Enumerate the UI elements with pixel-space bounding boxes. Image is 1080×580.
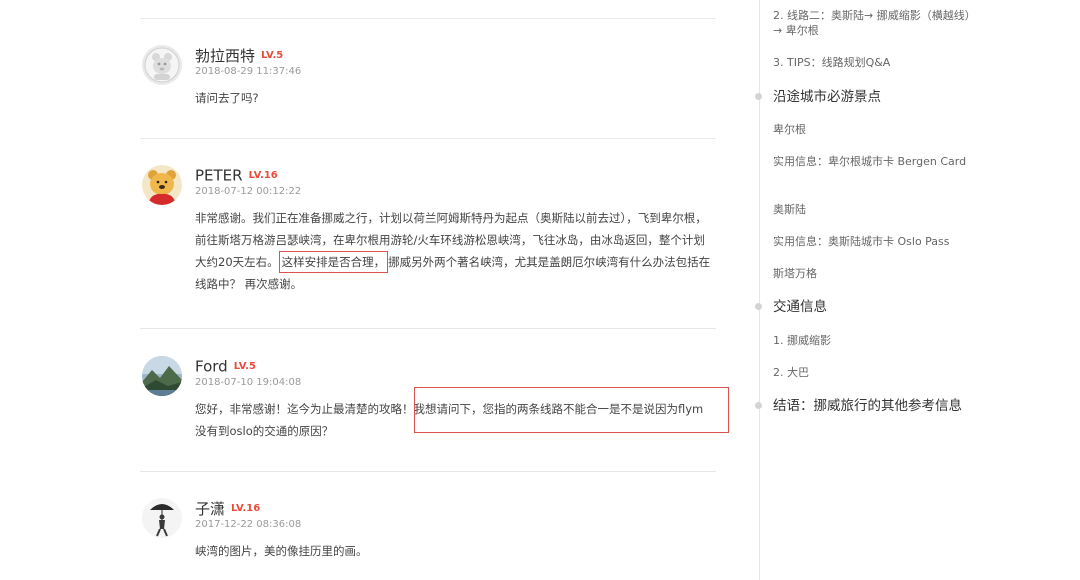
comment-divider bbox=[140, 18, 716, 19]
comment-author[interactable]: 勃拉西特 bbox=[195, 47, 255, 65]
comment-date: 2018-07-12 00:12:22 bbox=[195, 186, 302, 197]
toc-dot-icon bbox=[755, 402, 762, 409]
comment-content: 请问去了吗? bbox=[195, 91, 259, 105]
toc-section[interactable]: 交通信息 bbox=[773, 298, 973, 316]
comment-author[interactable]: 子潇 bbox=[195, 500, 225, 518]
avatar-pooh-icon bbox=[142, 165, 182, 205]
toc-section[interactable]: 结语：挪威旅行的其他参考信息 bbox=[773, 397, 973, 415]
comment-item: 勃拉西特 LV.5 2018-08-29 11:37:46 请问去了吗? bbox=[140, 45, 716, 115]
comment-date: 2018-08-29 11:37:46 bbox=[195, 66, 302, 77]
level-badge: LV.16 bbox=[231, 503, 261, 514]
avatar[interactable] bbox=[142, 165, 182, 205]
toc-item[interactable]: 奥斯陆 bbox=[773, 202, 973, 217]
avatar[interactable] bbox=[142, 45, 182, 85]
comment-item: 子潇 LV.16 2017-12-22 08:36:08 峡湾的图片，美的像挂历里… bbox=[140, 498, 716, 578]
avatar[interactable] bbox=[142, 498, 182, 538]
toc-dot-icon bbox=[755, 303, 762, 310]
toc-item[interactable]: 实用信息：奥斯陆城市卡 Oslo Pass bbox=[773, 234, 973, 249]
toc-dot-icon bbox=[755, 93, 762, 100]
avatar-landscape-icon bbox=[142, 356, 182, 396]
comment-date: 2018-07-10 19:04:08 bbox=[195, 377, 302, 388]
toc-item[interactable]: 1. 挪威缩影 bbox=[773, 333, 973, 348]
level-badge: LV.16 bbox=[248, 170, 278, 181]
comment-item: PETER LV.16 2018-07-12 00:12:22 非常感谢。我们正在… bbox=[140, 165, 716, 315]
comment-content: 非常感谢。我们正在准备挪威之行，计划以荷兰阿姆斯特丹为起点（奥斯陆以前去过），飞… bbox=[195, 207, 713, 295]
comment-date: 2017-12-22 08:36:08 bbox=[195, 519, 302, 530]
toc-item[interactable]: 斯塔万格 bbox=[773, 266, 973, 281]
level-badge: LV.5 bbox=[261, 50, 284, 61]
avatar-umbrella-icon bbox=[142, 498, 182, 538]
avatar-default-icon bbox=[142, 45, 182, 85]
toc-item[interactable]: 2. 大巴 bbox=[773, 365, 973, 380]
comment-item: Ford LV.5 2018-07-10 19:04:08 您好，非常感谢！迄今为… bbox=[140, 356, 729, 456]
comment-author[interactable]: Ford bbox=[195, 358, 228, 376]
highlight-box: 这样安排是否合理， bbox=[278, 251, 389, 273]
comment-content: 峡湾的图片，美的像挂历里的画。 bbox=[195, 544, 368, 558]
table-of-contents: 2. 线路二：奥斯陆→ 挪威缩影（横越线）→ 卑尔根 3. TIPS：线路规划Q… bbox=[755, 0, 999, 580]
toc-section[interactable]: 沿途城市必游景点 bbox=[773, 88, 973, 106]
toc-rail bbox=[759, 0, 760, 580]
comment-divider bbox=[140, 328, 716, 329]
toc-item[interactable]: 卑尔根 bbox=[773, 122, 973, 137]
comment-content: 您好，非常感谢！迄今为止最清楚的攻略！我想请问下，您指的两条线路不能合一是不是说… bbox=[195, 402, 704, 438]
page: 勃拉西特 LV.5 2018-08-29 11:37:46 请问去了吗? PET… bbox=[0, 0, 1080, 580]
toc-item[interactable]: 3. TIPS：线路规划Q&A bbox=[773, 55, 973, 70]
toc-item[interactable]: 2. 线路二：奥斯陆→ 挪威缩影（横越线）→ 卑尔根 bbox=[773, 8, 973, 38]
comment-author[interactable]: PETER bbox=[195, 167, 243, 185]
comment-divider bbox=[140, 138, 716, 139]
avatar[interactable] bbox=[142, 356, 182, 396]
level-badge: LV.5 bbox=[233, 361, 256, 372]
comment-divider bbox=[140, 471, 716, 472]
toc-item[interactable]: 实用信息：卑尔根城市卡 Bergen Card bbox=[773, 154, 973, 169]
